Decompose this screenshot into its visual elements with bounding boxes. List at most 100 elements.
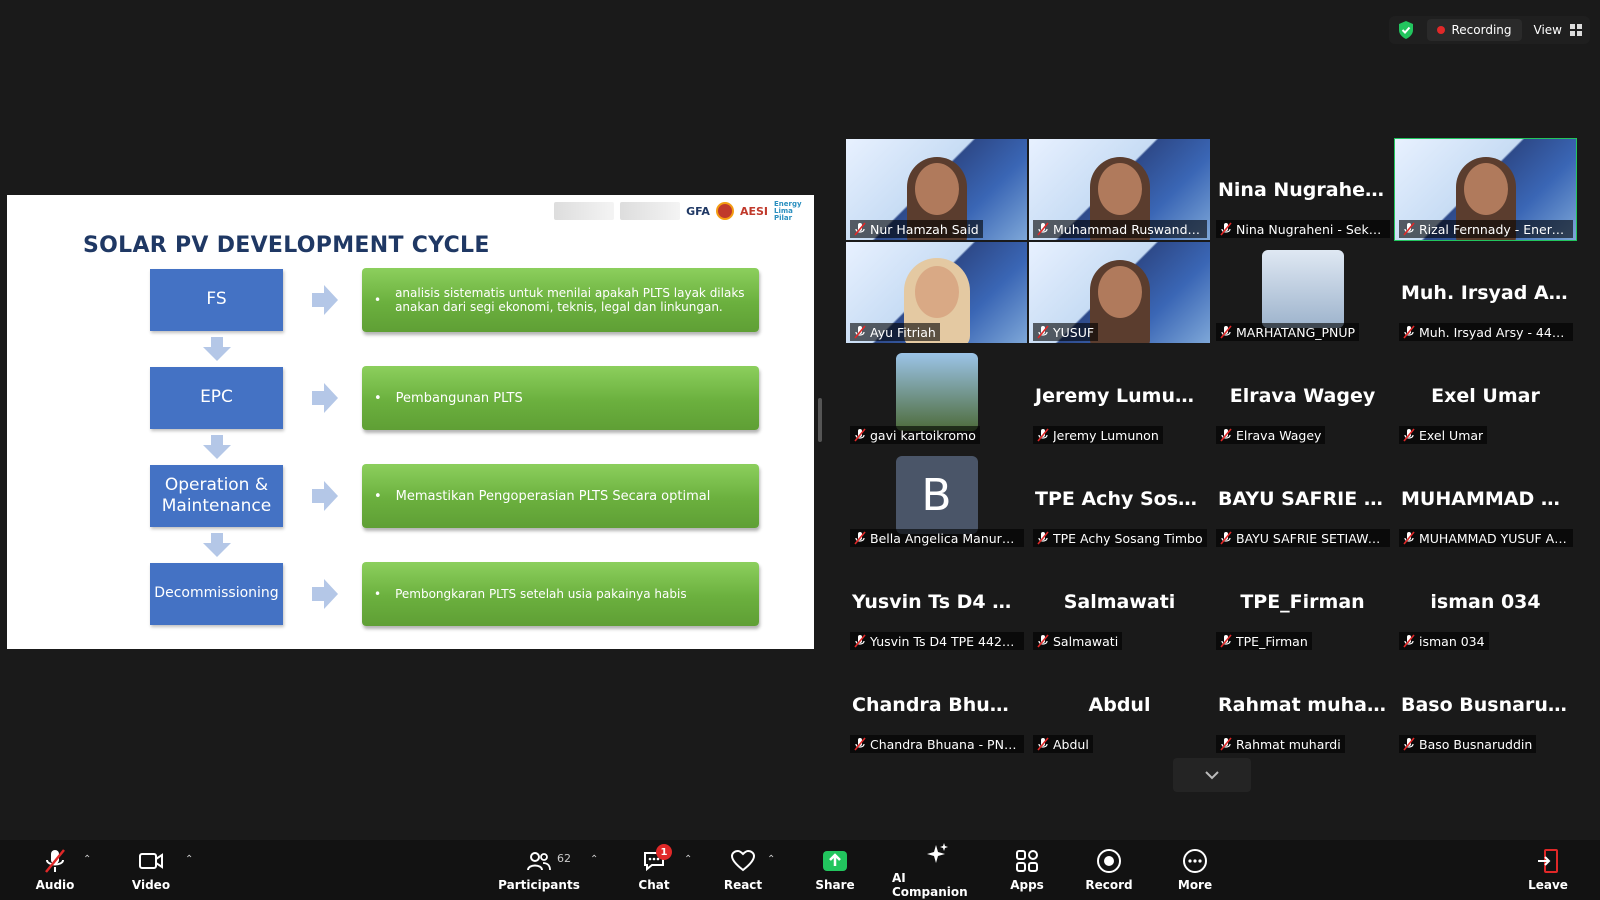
- video-button[interactable]: Video: [130, 840, 172, 900]
- participant-tile[interactable]: YUSUF: [1029, 242, 1210, 343]
- participant-name-label: Muhammad Ruswandi Dj...: [1033, 220, 1207, 238]
- participant-display-name: Muh. Irsyad Ars...: [1401, 282, 1576, 304]
- apps-grid-icon: [1016, 850, 1038, 872]
- participant-tile[interactable]: Chandra Bhuan... Chandra Bhuana - PNUP: [846, 654, 1027, 755]
- participant-tile[interactable]: Exel Umar Exel Umar: [1395, 345, 1576, 446]
- participant-name-label: TPE_Firman: [1216, 632, 1312, 650]
- participant-tile[interactable]: isman 034 isman 034: [1395, 551, 1576, 652]
- step-epc-desc: • Pembangunan PLTS: [362, 366, 759, 430]
- microphone-muted-icon: [1220, 325, 1232, 339]
- chevron-down-icon: [1205, 771, 1219, 780]
- step-om-desc: • Memastikan Pengoperasian PLTS Secara o…: [362, 464, 759, 528]
- step-epc-box: EPC: [150, 367, 283, 429]
- participant-tile[interactable]: Elrava Wagey Elrava Wagey: [1212, 345, 1393, 446]
- security-shield-icon[interactable]: [1397, 20, 1415, 40]
- participant-name: Chandra Bhuana - PNUP: [870, 736, 1020, 752]
- chat-options-caret-icon[interactable]: ⌃: [684, 854, 692, 865]
- aesi-logo: AESI: [739, 204, 768, 218]
- participant-name: Rizal Fernnady - Energy Lima...: [1419, 221, 1569, 237]
- camera-icon: [139, 853, 163, 869]
- participant-tile[interactable]: Jeremy Lumunon Jeremy Lumunon: [1029, 345, 1210, 446]
- participant-tile[interactable]: MARHATANG_PNUP: [1212, 242, 1393, 343]
- react-options-caret-icon[interactable]: ⌃: [767, 854, 775, 865]
- step-decommissioning-desc-text: Pembongkaran PLTS setelah usia pakainya …: [395, 587, 687, 601]
- participant-tile[interactable]: TPE_Firman TPE_Firman: [1212, 551, 1393, 652]
- participant-name-label: Bella Angelica Manurung: [850, 529, 1024, 547]
- participant-tile[interactable]: Abdul Abdul: [1029, 654, 1210, 755]
- share-label: Share: [815, 878, 855, 892]
- participant-tile[interactable]: BAYU SAFRIE SE... BAYU SAFRIE SETIAWAN_..…: [1212, 448, 1393, 549]
- participant-tile[interactable]: Muh. Irsyad Ars... Muh. Irsyad Arsy - 442…: [1395, 242, 1576, 343]
- participant-display-name: Salmawati: [1063, 591, 1176, 613]
- participant-tile[interactable]: Salmawati Salmawati: [1029, 551, 1210, 652]
- view-button[interactable]: View: [1534, 23, 1582, 37]
- participant-display-name: MUHAMMAD Y...: [1401, 488, 1574, 510]
- share-screen-button[interactable]: Share: [815, 840, 855, 900]
- microphone-muted-icon: [1220, 634, 1232, 648]
- microphone-muted-icon: [1037, 531, 1049, 545]
- video-options-caret-icon[interactable]: ⌃: [185, 854, 193, 865]
- recording-indicator[interactable]: Recording: [1427, 19, 1522, 41]
- participant-tile[interactable]: Yusvin Ts D4 TP... Yusvin Ts D4 TPE 44223…: [846, 551, 1027, 652]
- participant-display-name: TPE Achy Sosan...: [1035, 488, 1210, 510]
- microphone-muted-icon: [1037, 222, 1049, 236]
- participant-display-name: Elrava Wagey: [1229, 385, 1376, 407]
- participant-tile[interactable]: Rahmat muhardi Rahmat muhardi: [1212, 654, 1393, 755]
- microphone-muted-icon: [1403, 634, 1415, 648]
- slide-title: SOLAR PV DEVELOPMENT CYCLE: [83, 233, 490, 258]
- more-label: More: [1177, 878, 1213, 892]
- audio-options-caret-icon[interactable]: ⌃: [83, 854, 91, 865]
- more-button[interactable]: More: [1175, 840, 1215, 900]
- chat-unread-badge: 1: [656, 844, 672, 860]
- ai-companion-button[interactable]: AI Companion: [892, 840, 982, 900]
- participant-tile[interactable]: Rizal Fernnady - Energy Lima...: [1394, 138, 1577, 241]
- chat-button[interactable]: 1 Chat: [636, 840, 672, 900]
- split-resize-handle[interactable]: [818, 398, 822, 442]
- microphone-muted-icon: [1403, 325, 1415, 339]
- participants-button[interactable]: Participants: [498, 840, 580, 900]
- participant-name-label: Chandra Bhuana - PNUP: [850, 735, 1024, 753]
- participant-name: Nur Hamzah Said: [870, 221, 979, 237]
- participant-tile[interactable]: TPE Achy Sosan... TPE Achy Sosang Timbo: [1029, 448, 1210, 549]
- recording-label: Recording: [1451, 23, 1512, 37]
- meeting-toolbar: Audio ⌃ Video ⌃ Participants 62 ⌃ 1 Chat…: [0, 840, 1600, 900]
- microphone-muted-icon: [854, 531, 866, 545]
- view-label: View: [1533, 23, 1562, 37]
- participant-tile[interactable]: B Bella Angelica Manurung: [846, 448, 1027, 549]
- participant-tile[interactable]: Nur Hamzah Said: [846, 139, 1027, 240]
- right-arrow-icon: [312, 383, 338, 413]
- bullet: •: [374, 587, 382, 601]
- participant-tile[interactable]: MUHAMMAD Y... MUHAMMAD YUSUF AL J...: [1395, 448, 1576, 549]
- microphone-muted-icon: [1403, 428, 1415, 442]
- participant-tile[interactable]: Baso Busnaruddin Baso Busnaruddin: [1395, 654, 1576, 755]
- participant-name: Muh. Irsyad Arsy - 44225...: [1419, 324, 1569, 340]
- avatar-initial: B: [895, 456, 978, 534]
- participant-display-name: Jeremy Lumunon: [1035, 385, 1210, 407]
- participant-tile[interactable]: Muhammad Ruswandi Dj...: [1029, 139, 1210, 240]
- gallery-scroll-down-button[interactable]: [1173, 758, 1251, 792]
- audio-button[interactable]: Audio: [34, 840, 76, 900]
- participant-name: Salmawati: [1053, 633, 1119, 649]
- participants-options-caret-icon[interactable]: ⌃: [590, 854, 598, 865]
- participant-tile[interactable]: Nina Nugraheni... Nina Nugraheni - Sekret…: [1212, 139, 1393, 240]
- participant-name-label: gavi kartoikromo: [850, 426, 980, 444]
- react-button[interactable]: React: [722, 840, 764, 900]
- participant-tile[interactable]: Ayu Fitriah: [846, 242, 1027, 343]
- participant-name-label: Exel Umar: [1399, 426, 1488, 444]
- participant-display-name: BAYU SAFRIE SE...: [1218, 488, 1393, 510]
- participants-count: 62: [557, 852, 571, 865]
- participant-name-label: Jeremy Lumunon: [1033, 426, 1163, 444]
- apps-button[interactable]: Apps: [1007, 840, 1047, 900]
- participant-tile[interactable]: gavi kartoikromo: [846, 345, 1027, 446]
- participant-name-label: Ayu Fitriah: [850, 323, 940, 341]
- participant-name: Bella Angelica Manurung: [870, 530, 1020, 546]
- record-button[interactable]: Record: [1085, 840, 1133, 900]
- shared-screen-slide[interactable]: GFA AESI Energy Lima Pilar SOLAR PV DEVE…: [7, 195, 814, 649]
- participant-name-label: isman 034: [1399, 632, 1489, 650]
- microphone-muted-icon: [854, 737, 866, 751]
- participant-name-label: Abdul: [1033, 735, 1093, 753]
- leave-button[interactable]: Leave: [1528, 840, 1568, 900]
- participant-name-label: Salmawati: [1033, 632, 1123, 650]
- participant-name: Nina Nugraheni - Sekreta...: [1236, 221, 1386, 237]
- participant-name: gavi kartoikromo: [870, 427, 976, 443]
